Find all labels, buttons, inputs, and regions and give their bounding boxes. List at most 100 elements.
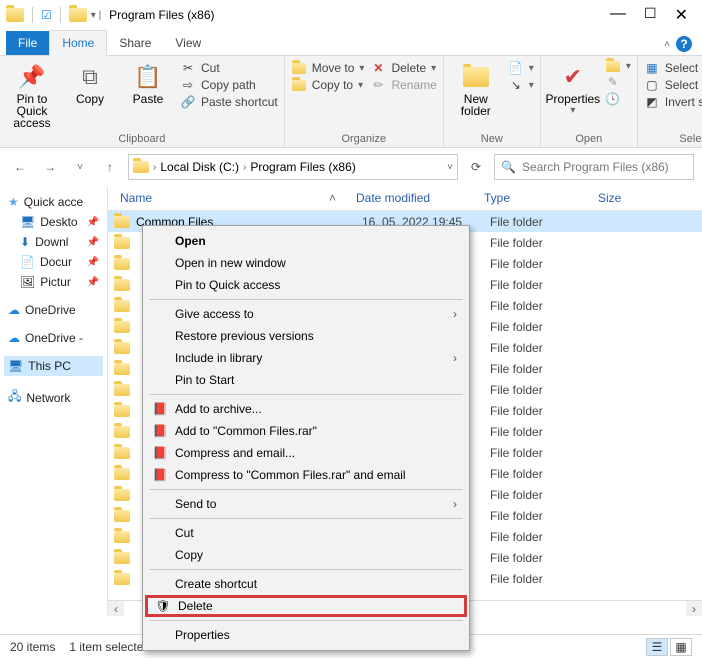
group-label-new: New xyxy=(450,133,534,145)
search-icon: 🔍 xyxy=(501,160,516,174)
new-item-button[interactable]: 📄▾ xyxy=(508,61,534,75)
rename-button[interactable]: ✏Rename xyxy=(370,78,436,92)
tab-home[interactable]: Home xyxy=(49,30,107,56)
ctx-give-access-to[interactable]: Give access to› xyxy=(145,303,467,325)
col-type[interactable]: Type xyxy=(484,191,598,205)
forward-button[interactable]: → xyxy=(38,155,62,179)
separator xyxy=(32,7,33,23)
col-name[interactable]: Name˄ xyxy=(108,191,356,205)
paste-shortcut-button[interactable]: 🔗Paste shortcut xyxy=(180,95,278,109)
ctx-properties[interactable]: Properties xyxy=(145,624,467,646)
copy-label: Copy xyxy=(76,93,104,105)
back-button[interactable]: ← xyxy=(8,155,32,179)
folder-icon xyxy=(114,342,130,354)
file-type: File folder xyxy=(490,257,604,271)
qat-properties-icon[interactable]: ☑ xyxy=(41,8,52,22)
move-to-button[interactable]: Move to ▾ xyxy=(291,61,365,75)
sidebar-item-pictures[interactable]: 🖼Pictur📌 xyxy=(4,272,103,292)
file-type: File folder xyxy=(490,530,604,544)
tab-file[interactable]: File xyxy=(6,31,49,55)
ctx-delete[interactable]: 🛡Delete xyxy=(145,595,467,617)
ctx-open[interactable]: Open xyxy=(145,230,467,252)
select-all-button[interactable]: ▦Select all xyxy=(644,61,702,75)
ctx-pin-quick-access[interactable]: Pin to Quick access xyxy=(145,274,467,296)
paste-button[interactable]: 📋 Paste xyxy=(122,59,174,105)
folder-icon xyxy=(114,510,130,522)
ctx-create-shortcut[interactable]: Create shortcut xyxy=(145,573,467,595)
close-button[interactable]: ✕ xyxy=(675,5,688,25)
group-select: ▦Select all ▢Select none ◩Invert selecti… xyxy=(638,56,702,147)
sidebar-item-downloads[interactable]: ⬇Downl📌 xyxy=(4,232,103,252)
ctx-cut[interactable]: Cut xyxy=(145,522,467,544)
ctx-send-to[interactable]: Send to› xyxy=(145,493,467,515)
refresh-button[interactable]: ⟳ xyxy=(464,155,488,179)
properties-button[interactable]: ✔ Properties ▾ xyxy=(547,59,599,117)
scroll-left-icon[interactable]: ‹ xyxy=(108,602,124,616)
ctx-pin-to-start[interactable]: Pin to Start xyxy=(145,369,467,391)
sidebar-item-desktop[interactable]: 🖥Deskto📌 xyxy=(4,212,103,232)
sidebar-item-network[interactable]: 🖧Network xyxy=(4,384,103,411)
minimize-button[interactable]: — xyxy=(610,5,626,25)
col-date[interactable]: Date modified xyxy=(356,191,484,205)
cut-button[interactable]: ✂Cut xyxy=(180,61,278,75)
tab-share[interactable]: Share xyxy=(107,31,163,55)
file-type: File folder xyxy=(490,488,604,502)
maximize-button[interactable]: ☐ xyxy=(644,5,657,25)
ctx-copy[interactable]: Copy xyxy=(145,544,467,566)
sidebar-item-this-pc[interactable]: 🖥This PC xyxy=(4,356,103,376)
qat-folder-icon[interactable] xyxy=(69,8,87,22)
thumbnails-view-button[interactable]: ▦ xyxy=(670,638,692,656)
col-size[interactable]: Size xyxy=(598,191,702,205)
copy-path-button[interactable]: ⇨Copy path xyxy=(180,78,278,92)
address-bar[interactable]: › Local Disk (C:) › Program Files (x86) … xyxy=(128,154,458,180)
ctx-add-to-archive[interactable]: 📕Add to archive... xyxy=(145,398,467,420)
ctx-compress-rar-email[interactable]: 📕Compress to "Common Files.rar" and emai… xyxy=(145,464,467,486)
open-button[interactable]: ▾ xyxy=(605,61,631,72)
crumb-c[interactable]: Local Disk (C:) › xyxy=(160,160,246,174)
collapse-ribbon-icon[interactable]: ˄ xyxy=(664,39,670,50)
new-folder-button[interactable]: New folder xyxy=(450,59,502,117)
easy-access-button[interactable]: ↘▾ xyxy=(508,78,534,92)
edit-button[interactable]: ✎ xyxy=(605,75,631,89)
sidebar-item-onedrive[interactable]: ☁OneDrive xyxy=(4,300,103,320)
file-type: File folder xyxy=(490,299,604,313)
new-folder-label: New folder xyxy=(450,93,502,117)
copy-to-button[interactable]: Copy to ▾ xyxy=(291,78,365,92)
group-organize: Move to ▾ Copy to ▾ ✕Delete ▾ ✏Rename Or… xyxy=(285,56,444,147)
delete-button[interactable]: ✕Delete ▾ xyxy=(370,61,436,75)
column-headers[interactable]: Name˄ Date modified Type Size xyxy=(108,186,702,211)
group-open: ✔ Properties ▾ ▾ ✎ 🕓 Open xyxy=(541,56,638,147)
navigation-pane[interactable]: ★Quick acce 🖥Deskto📌 ⬇Downl📌 📄Docur📌 🖼Pi… xyxy=(0,186,108,616)
qat-dropdown-icon[interactable]: ▾ | xyxy=(91,10,101,21)
ctx-include-in-library[interactable]: Include in library› xyxy=(145,347,467,369)
crumb-sep[interactable]: › xyxy=(153,162,156,173)
title-bar: ☑ ▾ | Program Files (x86) — ☐ ✕ xyxy=(0,0,702,30)
ctx-open-new-window[interactable]: Open in new window xyxy=(145,252,467,274)
search-box[interactable]: 🔍 Search Program Files (x86) xyxy=(494,154,694,180)
pin-to-quick-access-button[interactable]: 📌 Pin to Quick access xyxy=(6,59,58,129)
crumb-program-files[interactable]: Program Files (x86) xyxy=(250,160,355,174)
copy-button[interactable]: ⧉ Copy xyxy=(64,59,116,105)
history-button[interactable]: 🕓 xyxy=(605,92,631,106)
help-icon[interactable]: ? xyxy=(676,36,692,52)
ctx-add-to-rar[interactable]: 📕Add to "Common Files.rar" xyxy=(145,420,467,442)
context-menu: Open Open in new window Pin to Quick acc… xyxy=(142,225,470,651)
shield-icon: 🛡 xyxy=(154,599,172,613)
sidebar-item-documents[interactable]: 📄Docur📌 xyxy=(4,252,103,272)
address-dropdown-icon[interactable]: ˅ xyxy=(447,162,453,173)
details-view-button[interactable]: ☰ xyxy=(646,638,668,656)
select-none-button[interactable]: ▢Select none xyxy=(644,78,702,92)
file-type: File folder xyxy=(490,320,604,334)
recent-locations-button[interactable]: ˅ xyxy=(68,155,92,179)
sidebar-item-quick-access[interactable]: ★Quick acce xyxy=(4,192,103,212)
scroll-right-icon[interactable]: › xyxy=(686,602,702,616)
group-new: New folder 📄▾ ↘▾ New xyxy=(444,56,541,147)
folder-icon xyxy=(114,363,130,375)
file-type: File folder xyxy=(490,215,604,229)
tab-view[interactable]: View xyxy=(163,31,213,55)
invert-selection-button[interactable]: ◩Invert selection xyxy=(644,95,702,109)
ctx-compress-email[interactable]: 📕Compress and email... xyxy=(145,442,467,464)
ctx-restore-previous[interactable]: Restore previous versions xyxy=(145,325,467,347)
sidebar-item-onedrive-2[interactable]: ☁OneDrive - xyxy=(4,328,103,348)
up-button[interactable]: ↑ xyxy=(98,155,122,179)
